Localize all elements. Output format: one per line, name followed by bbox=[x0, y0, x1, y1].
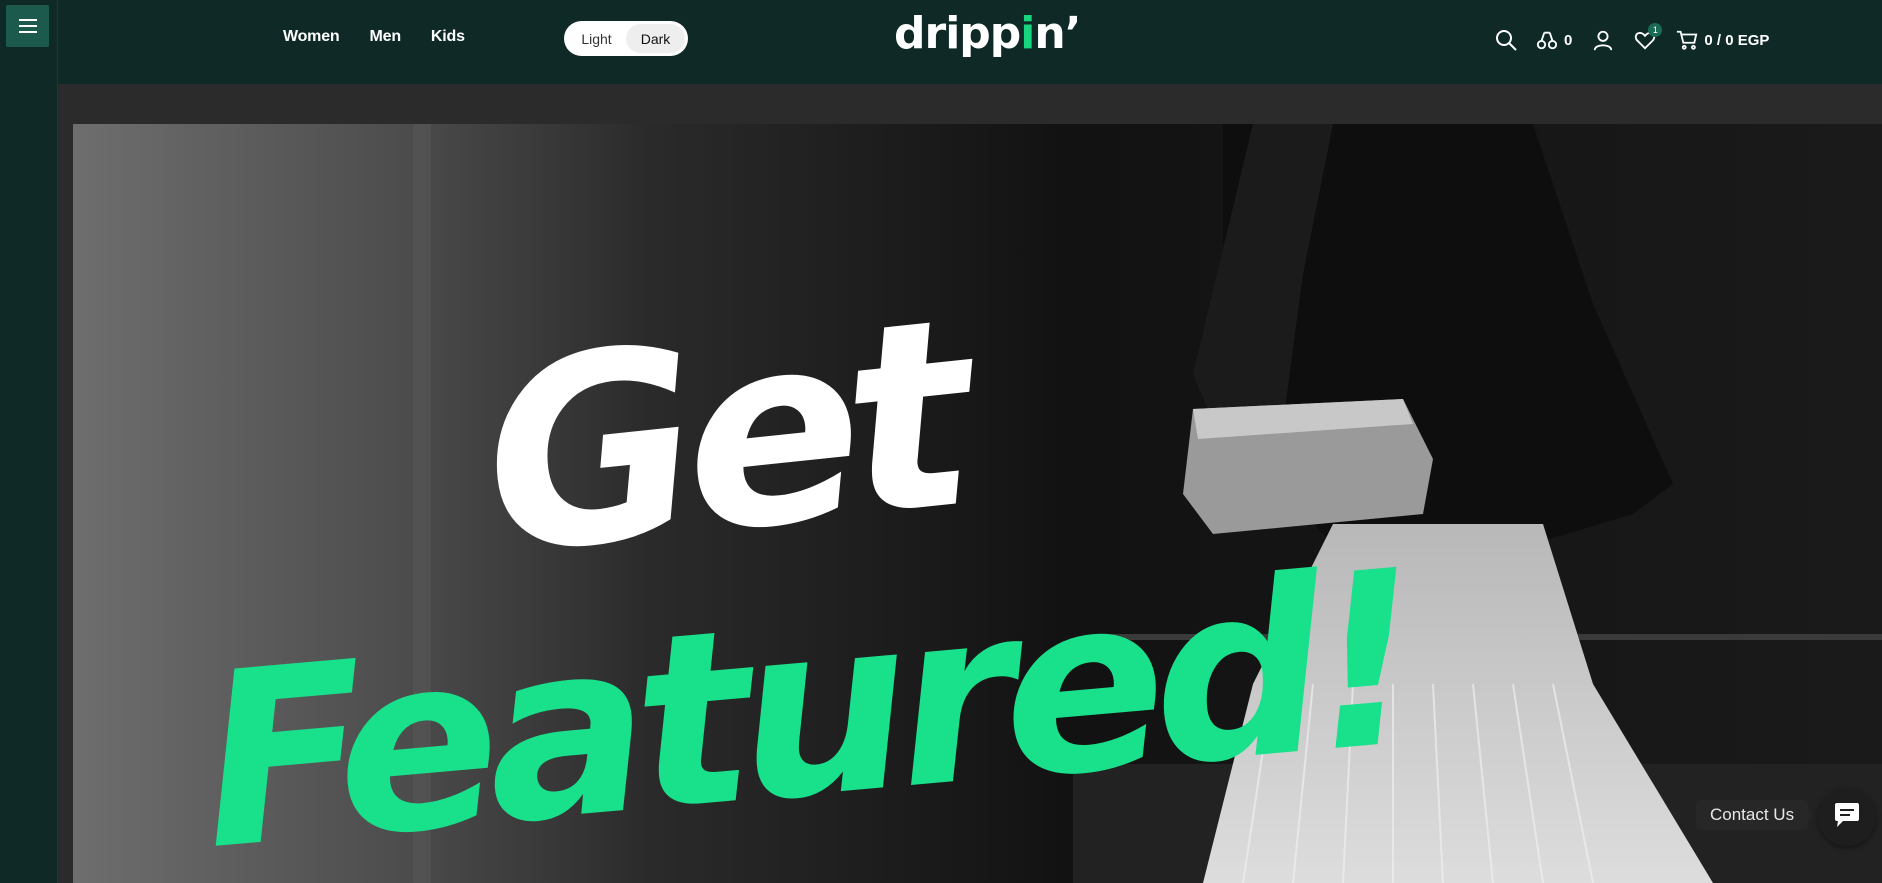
chat-icon bbox=[1833, 802, 1861, 833]
nav-women[interactable]: Women bbox=[283, 28, 340, 46]
hero-banner[interactable]: Get Featured! bbox=[73, 124, 1882, 883]
main-nav: Women Men Kids bbox=[283, 28, 465, 46]
logo-text-start: dripp bbox=[894, 8, 1021, 59]
header-actions: 0 1 0 / 0 EGP bbox=[1494, 23, 1769, 56]
logo-text-accent: i bbox=[1020, 8, 1035, 59]
menu-button[interactable] bbox=[6, 5, 49, 47]
search-icon[interactable] bbox=[1494, 28, 1518, 52]
cart-icon bbox=[1676, 29, 1698, 51]
nav-men[interactable]: Men bbox=[370, 28, 402, 46]
theme-toggle[interactable]: Light Dark bbox=[564, 21, 688, 56]
wishlist-badge: 1 bbox=[1648, 23, 1663, 37]
site-header: Women Men Kids Light Dark drippin’ 0 1 0… bbox=[58, 0, 1882, 84]
compare-icon bbox=[1536, 29, 1558, 51]
site-logo[interactable]: drippin’ bbox=[894, 8, 1081, 59]
hero-headline-line1: Get bbox=[470, 263, 972, 614]
theme-dark-option[interactable]: Dark bbox=[626, 24, 685, 53]
compare-count: 0 bbox=[1564, 31, 1573, 49]
cart-summary: 0 / 0 EGP bbox=[1704, 31, 1770, 49]
contact-button[interactable] bbox=[1818, 788, 1876, 846]
nav-kids[interactable]: Kids bbox=[431, 28, 465, 46]
user-icon[interactable] bbox=[1592, 29, 1614, 51]
contact-label-pointer bbox=[1806, 809, 1812, 821]
side-rail bbox=[0, 0, 58, 883]
compare-button[interactable]: 0 bbox=[1536, 29, 1572, 51]
contact-label[interactable]: Contact Us bbox=[1696, 800, 1809, 830]
cart-button[interactable]: 0 / 0 EGP bbox=[1676, 29, 1769, 51]
menu-icon bbox=[18, 19, 37, 33]
wishlist-button[interactable]: 1 bbox=[1634, 23, 1663, 51]
logo-text-end: n’ bbox=[1034, 8, 1081, 59]
theme-light-option[interactable]: Light bbox=[567, 24, 626, 53]
